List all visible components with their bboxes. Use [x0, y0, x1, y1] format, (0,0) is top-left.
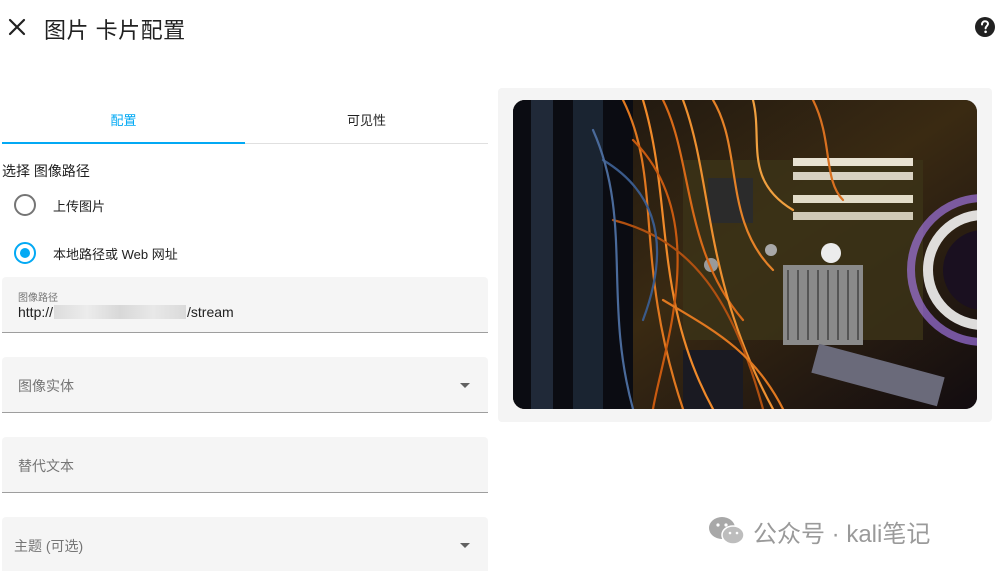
image-source-label: 选择 图像路径	[2, 163, 90, 179]
close-icon	[8, 18, 26, 36]
card-preview	[498, 88, 992, 422]
image-path-value: http:///stream	[18, 304, 234, 320]
watermark: 公众号 · kali笔记	[707, 513, 930, 549]
radio-unchecked-icon	[14, 194, 36, 216]
radio-checked-icon	[14, 242, 36, 264]
radio-local-path-label: 本地路径或 Web 网址	[53, 246, 178, 262]
dialog-title: 图片 卡片配置	[44, 18, 186, 43]
card-config-dialog: 图片 卡片配置 配置 可见性 选择 图像路径 上传图片 本地路径或 Web 网址…	[0, 0, 1002, 571]
dropdown-arrow-icon	[460, 383, 470, 388]
help-button[interactable]	[974, 16, 996, 38]
tab-visibility[interactable]: 可见性	[245, 96, 488, 143]
config-tabs: 配置 可见性	[2, 96, 488, 144]
radio-local-path-url[interactable]: 本地路径或 Web 网址	[14, 241, 178, 265]
radio-upload-image[interactable]: 上传图片	[14, 193, 105, 217]
alt-text-field[interactable]: 替代文本	[2, 437, 488, 493]
image-path-label: 图像路径	[18, 293, 58, 304]
theme-select[interactable]: 主题 (可选)	[2, 517, 488, 571]
wechat-icon	[709, 517, 745, 545]
image-entity-select[interactable]: 图像实体	[2, 357, 488, 413]
theme-label: 主题 (可选)	[14, 538, 84, 554]
dialog-header: 图片 卡片配置	[0, 0, 1002, 56]
image-entity-label: 图像实体	[18, 378, 74, 394]
redacted-block	[54, 305, 187, 319]
dropdown-arrow-icon	[460, 543, 470, 548]
watermark-text: 公众号 · kali笔记	[753, 520, 931, 548]
tab-config[interactable]: 配置	[2, 96, 245, 144]
close-button[interactable]	[6, 14, 28, 40]
help-circle-icon	[975, 17, 995, 37]
radio-upload-label: 上传图片	[53, 198, 106, 214]
camera-stream-image	[513, 100, 977, 409]
alt-text-label: 替代文本	[18, 458, 74, 474]
image-path-field[interactable]: 图像路径 http:///stream	[2, 277, 488, 333]
